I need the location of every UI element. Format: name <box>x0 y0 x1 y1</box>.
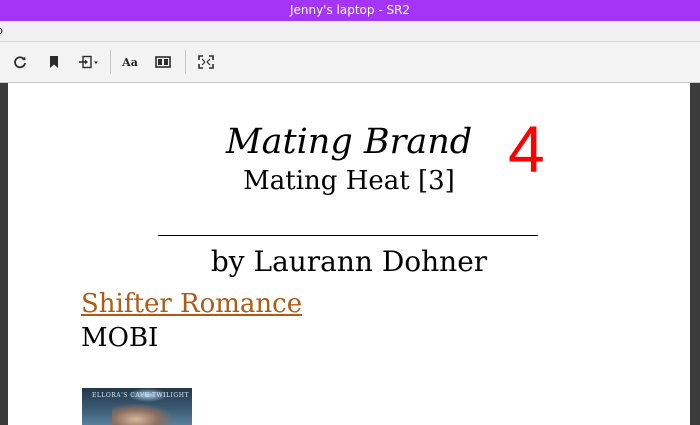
book-title: Mating Brand <box>225 122 473 162</box>
layout-button[interactable] <box>152 52 174 72</box>
book-format: MOBI <box>81 323 159 353</box>
import-dropdown-button[interactable] <box>77 52 101 72</box>
book-cover-image: ELLORA'S CAVE TWILIGHT <box>82 388 192 425</box>
menu-item-partial[interactable]: p <box>0 21 3 41</box>
toolbar: Aa <box>0 42 700 83</box>
toolbar-separator <box>185 50 186 74</box>
import-dropdown-icon <box>79 55 98 69</box>
cover-publisher-text: ELLORA'S CAVE TWILIGHT <box>92 392 189 399</box>
window-title-bar: Jenny's laptop - SR2 <box>0 0 700 21</box>
layout-icon <box>155 56 171 68</box>
window-title: Jenny's laptop - SR2 <box>289 3 411 17</box>
refresh-icon <box>14 56 26 69</box>
bookmark-button[interactable] <box>43 52 65 72</box>
book-author: by Laurann Dohner <box>210 245 488 278</box>
window-edge <box>690 83 700 425</box>
fullscreen-icon <box>198 55 214 69</box>
reader-page[interactable]: Mating Brand 4 Mating Heat [3] by Lauran… <box>8 83 690 425</box>
font-size-button[interactable]: Aa <box>119 52 141 72</box>
menu-bar: p <box>0 21 700 42</box>
genre-link[interactable]: Shifter Romance <box>81 288 302 320</box>
book-series: Mating Heat [3] <box>243 166 455 196</box>
toolbar-separator <box>110 50 111 74</box>
cover-figure <box>112 404 172 425</box>
bookmark-icon <box>50 56 58 68</box>
divider <box>158 235 538 236</box>
font-size-label: Aa <box>122 55 138 69</box>
refresh-button[interactable] <box>9 52 31 72</box>
fullscreen-button[interactable] <box>195 52 217 72</box>
